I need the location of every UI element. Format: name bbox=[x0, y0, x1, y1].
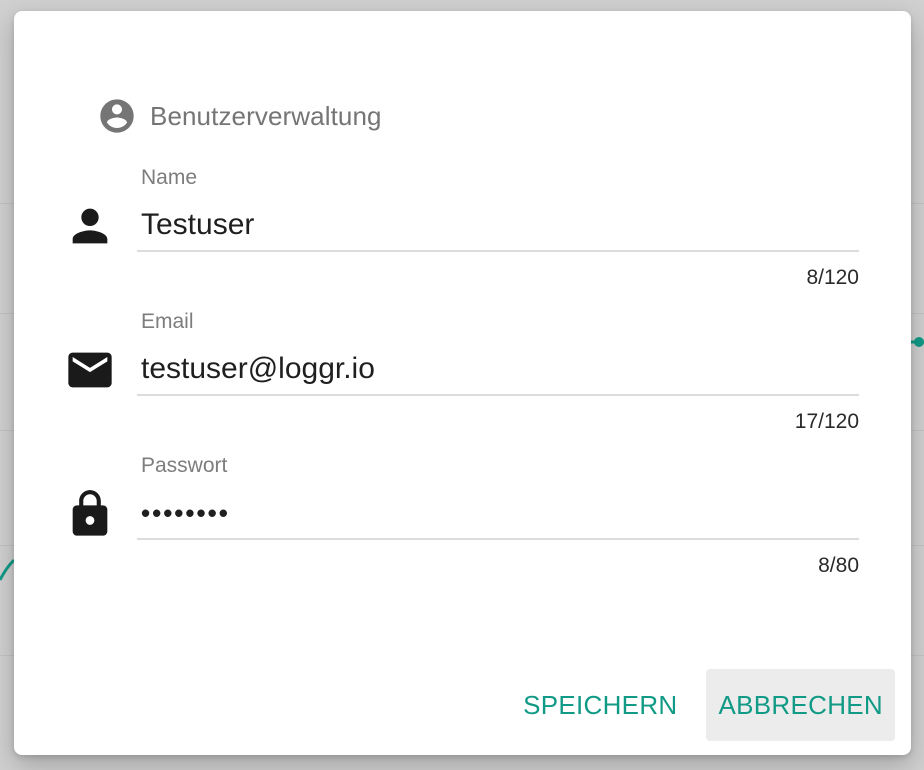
email-label: Email bbox=[141, 310, 194, 333]
name-field: Name Testuser 8/120 bbox=[64, 166, 859, 306]
lock-icon bbox=[64, 488, 116, 540]
name-label: Name bbox=[141, 166, 198, 189]
dialog-title: Benutzerverwaltung bbox=[150, 100, 382, 131]
password-input[interactable]: •••••••• bbox=[141, 498, 230, 529]
cancel-button[interactable]: ABBRECHEN bbox=[706, 669, 895, 741]
name-input[interactable]: Testuser bbox=[141, 208, 254, 242]
password-input-underline bbox=[137, 538, 859, 540]
email-field: Email testuser@loggr.io 17/120 bbox=[64, 310, 859, 450]
dialog-header: Benutzerverwaltung bbox=[97, 96, 382, 136]
name-input-underline bbox=[137, 250, 859, 252]
save-button[interactable]: SPEICHERN bbox=[511, 669, 689, 741]
password-field: Passwort •••••••• 8/80 bbox=[64, 454, 859, 594]
email-char-counter: 17/120 bbox=[794, 410, 859, 433]
email-input-underline bbox=[137, 394, 859, 396]
mail-icon bbox=[64, 344, 116, 396]
dialog-actions: SPEICHERN ABBRECHEN bbox=[511, 669, 895, 741]
password-label: Passwort bbox=[141, 454, 228, 477]
user-management-dialog: Benutzerverwaltung Name Testuser 8/120 E… bbox=[14, 11, 911, 755]
email-input[interactable]: testuser@loggr.io bbox=[141, 352, 375, 386]
account-circle-icon bbox=[97, 96, 137, 136]
name-char-counter: 8/120 bbox=[806, 266, 859, 289]
person-icon bbox=[64, 200, 116, 252]
password-char-counter: 8/80 bbox=[818, 554, 859, 577]
